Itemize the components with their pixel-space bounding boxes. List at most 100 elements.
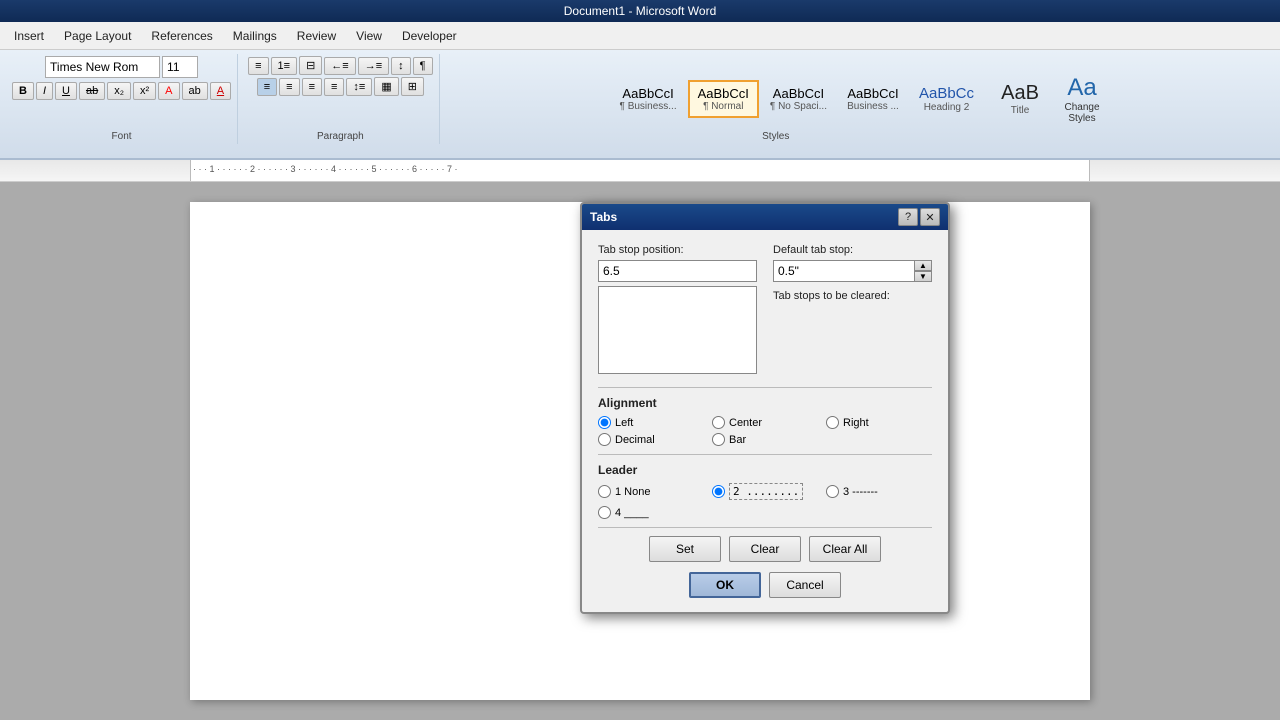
font-formatting-row: B I U ab x₂ x² A ab A	[12, 82, 231, 100]
align-center-button[interactable]: ≡	[279, 78, 299, 96]
align-right-radio[interactable]	[826, 416, 839, 429]
change-styles-button[interactable]: Aa ChangeStyles	[1057, 70, 1107, 128]
multilevel-list-button[interactable]: ⊟	[299, 56, 322, 75]
leader-underline-radio[interactable]	[598, 506, 611, 519]
shading-button[interactable]: ▦	[374, 77, 398, 96]
align-center-radio[interactable]	[712, 416, 725, 429]
default-tab-stop-input[interactable]	[773, 260, 914, 282]
clear-button[interactable]: Clear	[729, 536, 801, 562]
cancel-button[interactable]: Cancel	[769, 572, 841, 598]
align-decimal-label: Decimal	[615, 434, 655, 446]
align-decimal-radio[interactable]	[598, 433, 611, 446]
confirm-buttons-row: OK Cancel	[598, 572, 932, 598]
style-label-title: Title	[1011, 105, 1030, 116]
align-right-button[interactable]: ≡	[302, 78, 322, 96]
leader-underline-option[interactable]: 4 ____	[598, 506, 704, 519]
menu-item-review[interactable]: Review	[287, 25, 346, 47]
align-bar-option[interactable]: Bar	[712, 433, 818, 446]
paragraph-group-label: Paragraph	[317, 131, 364, 142]
title-bar-text: Document1 - Microsoft Word	[564, 4, 717, 18]
align-decimal-option[interactable]: Decimal	[598, 433, 704, 446]
border-button[interactable]: ⊞	[401, 77, 424, 96]
spinner-buttons: ▲ ▼	[914, 260, 932, 282]
italic-button[interactable]: I	[36, 82, 53, 100]
show-formatting-button[interactable]: ¶	[413, 57, 433, 75]
document-area: Tabs ? ✕ Tab stop position:	[0, 182, 1280, 720]
style-item-normal[interactable]: AaBbCcI ¶ Normal	[688, 80, 759, 118]
leader-none-option[interactable]: 1 None	[598, 483, 704, 500]
menu-item-pagelayout[interactable]: Page Layout	[54, 25, 141, 47]
highlight-button[interactable]: ab	[182, 82, 208, 100]
spinner-up-button[interactable]: ▲	[914, 260, 932, 271]
font-color-button[interactable]: A	[158, 82, 179, 100]
style-item-heading2[interactable]: AaBbCc Heading 2	[910, 80, 983, 118]
tabs-dialog[interactable]: Tabs ? ✕ Tab stop position:	[580, 202, 950, 614]
styles-group-label: Styles	[762, 131, 789, 142]
style-item-no-spacing[interactable]: AaBbCcI ¶ No Spaci...	[761, 81, 836, 117]
align-row: ≡ ≡ ≡ ≡ ↕≡ ▦ ⊞	[257, 77, 424, 96]
align-left-radio[interactable]	[598, 416, 611, 429]
align-bar-radio[interactable]	[712, 433, 725, 446]
alignment-radio-group: Left Center Right Decimal	[598, 416, 932, 446]
change-styles-icon: Aa	[1067, 74, 1096, 102]
style-label-normal: ¶ Normal	[703, 101, 743, 112]
align-left-button[interactable]: ≡	[257, 78, 277, 96]
styles-group: AaBbCcI ¶ Business... AaBbCcI ¶ Normal A…	[444, 54, 1274, 144]
sort-button[interactable]: ↕	[391, 57, 411, 75]
dialog-help-button[interactable]: ?	[898, 208, 918, 226]
menu-item-mailings[interactable]: Mailings	[223, 25, 287, 47]
style-preview-title: AaB	[1001, 82, 1039, 105]
bold-button[interactable]: B	[12, 82, 34, 100]
style-item-business1[interactable]: AaBbCcI ¶ Business...	[611, 81, 686, 117]
align-center-option[interactable]: Center	[712, 416, 818, 429]
leader-none-label: 1 None	[615, 486, 650, 498]
style-item-business2[interactable]: AaBbCcI Business ...	[838, 81, 908, 117]
menu-item-view[interactable]: View	[346, 25, 392, 47]
align-left-option[interactable]: Left	[598, 416, 704, 429]
menu-item-insert[interactable]: Insert	[4, 25, 54, 47]
numbered-list-button[interactable]: 1≡	[271, 57, 298, 75]
tab-stop-listbox[interactable]	[598, 286, 757, 374]
style-item-title[interactable]: AaB Title	[985, 77, 1055, 121]
text-color-button[interactable]: A	[210, 82, 231, 100]
leader-dashes-radio[interactable]	[826, 485, 839, 498]
tab-stop-position-col: Tab stop position:	[598, 244, 757, 377]
tab-stop-position-input[interactable]	[598, 260, 757, 282]
font-size-input[interactable]	[162, 56, 198, 78]
divider-3	[598, 527, 932, 528]
line-spacing-button[interactable]: ↕≡	[346, 78, 372, 96]
superscript-button[interactable]: x²	[133, 82, 156, 100]
menu-item-references[interactable]: References	[141, 25, 222, 47]
justify-button[interactable]: ≡	[324, 78, 344, 96]
action-buttons-row: Set Clear Clear All	[598, 536, 932, 562]
divider-1	[598, 387, 932, 388]
leader-dots-label: 2 ........	[729, 483, 803, 500]
alignment-label: Alignment	[598, 396, 932, 410]
style-preview-business2: AaBbCcI	[847, 86, 898, 101]
strikethrough-button[interactable]: ab	[79, 82, 105, 100]
ok-button[interactable]: OK	[689, 572, 761, 598]
bullet-list-button[interactable]: ≡	[248, 57, 268, 75]
align-left-label: Left	[615, 417, 633, 429]
leader-none-radio[interactable]	[598, 485, 611, 498]
styles-section: AaBbCcI ¶ Business... AaBbCcI ¶ Normal A…	[611, 56, 1107, 142]
leader-dashes-option[interactable]: 3 -------	[826, 483, 932, 500]
clear-all-button[interactable]: Clear All	[809, 536, 881, 562]
leader-dots-option[interactable]: 2 ........	[712, 483, 818, 500]
style-label-business1: ¶ Business...	[620, 101, 677, 112]
paragraph-group: ≡ 1≡ ⊟ ←≡ →≡ ↕ ¶ ≡ ≡ ≡ ≡ ↕≡ ▦ ⊞ Paragrap…	[242, 54, 439, 144]
dialog-close-button[interactable]: ✕	[920, 208, 940, 226]
font-name-input[interactable]	[45, 56, 160, 78]
increase-indent-button[interactable]: →≡	[358, 57, 389, 75]
menu-bar: Insert Page Layout References Mailings R…	[0, 22, 1280, 50]
subscript-button[interactable]: x₂	[107, 82, 131, 100]
menu-item-developer[interactable]: Developer	[392, 25, 467, 47]
paragraph-group-content: ≡ 1≡ ⊟ ←≡ →≡ ↕ ¶ ≡ ≡ ≡ ≡ ↕≡ ▦ ⊞	[248, 56, 432, 96]
decrease-indent-button[interactable]: ←≡	[324, 57, 355, 75]
align-right-option[interactable]: Right	[826, 416, 932, 429]
leader-dots-radio[interactable]	[712, 485, 725, 498]
set-button[interactable]: Set	[649, 536, 721, 562]
spinner-down-button[interactable]: ▼	[914, 271, 932, 282]
style-preview-normal: AaBbCcI	[698, 86, 749, 101]
underline-button[interactable]: U	[55, 82, 77, 100]
